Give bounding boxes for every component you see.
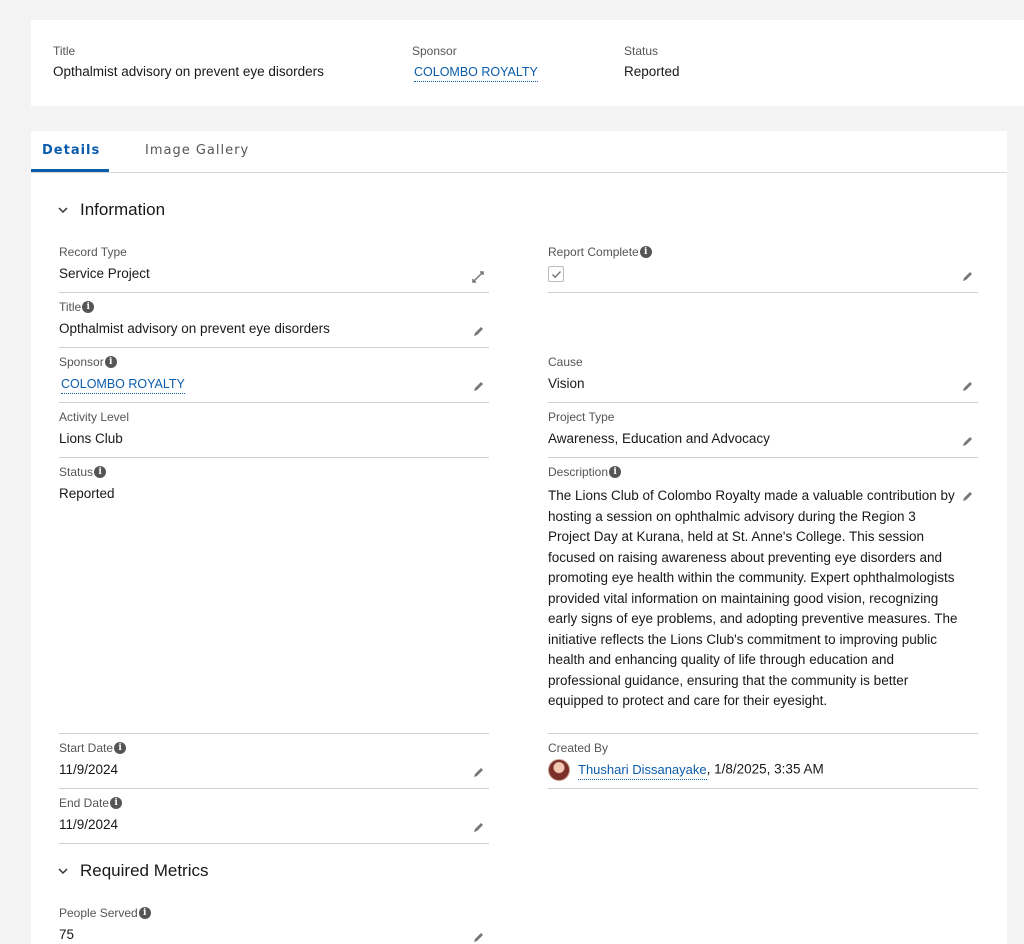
header-status-label: Status bbox=[624, 44, 659, 58]
title-value: Opthalmist advisory on prevent eye disor… bbox=[59, 321, 330, 336]
field-activity-level: Activity Level Lions Club bbox=[59, 403, 489, 458]
header-sponsor-label: Sponsor bbox=[412, 44, 457, 58]
field-people-served: People Served i 75 bbox=[59, 899, 489, 944]
checkmark-icon bbox=[551, 270, 561, 278]
status-label-text: Status bbox=[59, 465, 94, 479]
project-type-value: Awareness, Education and Advocacy bbox=[548, 431, 770, 446]
highlights-panel: Title Opthalmist advisory on prevent eye… bbox=[31, 20, 1024, 106]
cause-value: Vision bbox=[548, 376, 585, 391]
title-label: Title i bbox=[59, 300, 95, 314]
record-type-value: Service Project bbox=[59, 266, 150, 281]
people-served-label-text: People Served bbox=[59, 906, 138, 920]
end-date-value: 11/9/2024 bbox=[59, 817, 119, 832]
pencil-icon[interactable] bbox=[471, 821, 485, 835]
pencil-icon[interactable] bbox=[960, 380, 974, 394]
description-value: The Lions Club of Colombo Royalty made a… bbox=[548, 488, 958, 708]
swap-icon[interactable] bbox=[471, 270, 485, 284]
section-required-metrics-title: Required Metrics bbox=[80, 861, 209, 880]
cause-label: Cause bbox=[548, 355, 583, 369]
info-icon[interactable]: i bbox=[94, 466, 107, 478]
field-record-type: Record Type Service Project bbox=[59, 238, 489, 293]
created-by-timestamp: , 1/8/2025, 3:35 AM bbox=[706, 761, 824, 777]
field-sponsor: Sponsor i COLOMBO ROYALTY bbox=[59, 348, 489, 403]
field-cause: Cause Vision bbox=[548, 348, 978, 403]
chevron-down-icon bbox=[58, 207, 68, 214]
field-created-by: Created By Thushari Dissanayake, 1/8/202… bbox=[548, 734, 978, 789]
start-date-label: Start Date i bbox=[59, 741, 127, 755]
end-date-label: End Date i bbox=[59, 796, 123, 810]
section-required-metrics-toggle[interactable]: Required Metrics bbox=[56, 861, 209, 881]
activity-level-label: Activity Level bbox=[59, 410, 130, 424]
start-date-value: 11/9/2024 bbox=[59, 762, 119, 777]
info-icon[interactable]: i bbox=[114, 742, 127, 754]
avatar[interactable] bbox=[548, 759, 570, 781]
info-icon[interactable]: i bbox=[609, 466, 622, 478]
title-label-text: Title bbox=[59, 300, 82, 314]
record-type-label: Record Type bbox=[59, 245, 127, 259]
pencil-icon[interactable] bbox=[960, 435, 974, 449]
sponsor-label: Sponsor i bbox=[59, 355, 117, 369]
pencil-icon[interactable] bbox=[471, 325, 485, 339]
info-icon[interactable]: i bbox=[110, 797, 123, 809]
chevron-down-icon bbox=[58, 868, 68, 875]
header-title-label: Title bbox=[53, 44, 76, 58]
header-title-value: Opthalmist advisory on prevent eye disor… bbox=[53, 64, 324, 79]
pencil-icon[interactable] bbox=[471, 931, 485, 944]
people-served-value: 75 bbox=[59, 927, 75, 942]
field-description: Description i The Lions Club of Colombo R… bbox=[548, 458, 978, 734]
active-tab-indicator bbox=[31, 169, 109, 172]
header-sponsor-field: Sponsor COLOMBO ROYALTY bbox=[412, 44, 538, 82]
record-detail-panel: Details Image Gallery Information Record… bbox=[31, 131, 1007, 944]
created-by-user-link[interactable]: Thushari Dissanayake bbox=[578, 761, 707, 780]
created-by-value: Thushari Dissanayake, 1/8/2025, 3:35 AM bbox=[548, 759, 824, 781]
field-project-type: Project Type Awareness, Education and Ad… bbox=[548, 403, 978, 458]
report-complete-label: Report Complete i bbox=[548, 245, 652, 259]
end-date-label-text: End Date bbox=[59, 796, 110, 810]
status-value: Reported bbox=[59, 486, 115, 501]
field-report-complete: Report Complete i bbox=[548, 238, 978, 293]
tab-image-gallery[interactable]: Image Gallery bbox=[145, 143, 249, 158]
pencil-icon[interactable] bbox=[471, 766, 485, 780]
project-type-label: Project Type bbox=[548, 410, 615, 424]
start-date-label-text: Start Date bbox=[59, 741, 114, 755]
section-information-title: Information bbox=[80, 200, 166, 219]
report-complete-label-text: Report Complete bbox=[548, 245, 639, 259]
field-start-date: Start Date i 11/9/2024 bbox=[59, 734, 489, 789]
description-label-text: Description bbox=[548, 465, 609, 479]
created-by-label: Created By bbox=[548, 741, 609, 755]
info-icon[interactable]: i bbox=[639, 246, 652, 258]
info-icon[interactable]: i bbox=[104, 356, 117, 368]
field-end-date: End Date i 11/9/2024 bbox=[59, 789, 489, 844]
tab-bar: Details Image Gallery bbox=[31, 131, 1007, 173]
pencil-icon[interactable] bbox=[960, 270, 974, 284]
activity-level-value: Lions Club bbox=[59, 431, 123, 446]
pencil-icon[interactable] bbox=[471, 380, 485, 394]
description-label: Description i bbox=[548, 465, 622, 479]
info-icon[interactable]: i bbox=[82, 301, 95, 313]
header-status-field: Status Reported bbox=[624, 44, 680, 80]
pencil-icon[interactable] bbox=[960, 490, 974, 504]
people-served-label: People Served i bbox=[59, 906, 151, 920]
sponsor-link[interactable]: COLOMBO ROYALTY bbox=[61, 377, 185, 394]
header-sponsor-link[interactable]: COLOMBO ROYALTY bbox=[414, 65, 538, 82]
header-title-field: Title Opthalmist advisory on prevent eye… bbox=[53, 44, 324, 80]
field-title: Title i Opthalmist advisory on prevent ey… bbox=[59, 293, 489, 348]
tab-details[interactable]: Details bbox=[42, 143, 100, 158]
header-status-value: Reported bbox=[624, 64, 680, 79]
report-complete-checkbox[interactable] bbox=[548, 266, 564, 282]
section-information-toggle[interactable]: Information bbox=[56, 200, 165, 220]
field-status: Status i Reported bbox=[59, 458, 489, 734]
status-label: Status i bbox=[59, 465, 107, 479]
info-icon[interactable]: i bbox=[138, 907, 151, 919]
sponsor-label-text: Sponsor bbox=[59, 355, 104, 369]
